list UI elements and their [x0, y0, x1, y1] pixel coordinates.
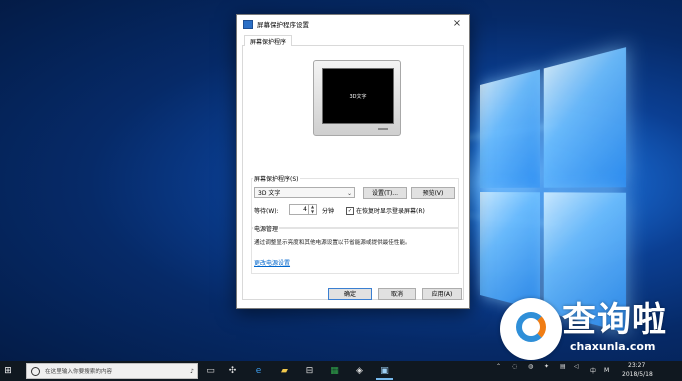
watermark-logo — [500, 298, 562, 360]
power-management-group — [251, 228, 459, 274]
resume-login-checkbox[interactable]: ✓ 在恢复时显示登录屏幕(R) — [346, 206, 425, 215]
task-view-icon[interactable]: ▭ — [204, 364, 217, 377]
store-icon[interactable]: ⊟ — [303, 364, 316, 377]
power-description: 通过调整显示亮度和其他电源设置以节省能源或提供最佳性能。 — [254, 240, 411, 246]
q-logo-icon — [516, 312, 546, 342]
volume-icon[interactable]: ◁ — [574, 363, 579, 370]
mic-icon[interactable]: ♪ — [187, 368, 197, 375]
taskbar-date[interactable]: 2018/5/18 — [622, 371, 653, 378]
screensaver-select-value: 3D 文字 — [258, 190, 281, 197]
taskbar-time[interactable]: 23:27 — [628, 362, 645, 369]
chaxunla-watermark: 查询啦 chaxunla.com — [500, 292, 682, 360]
wait-unit-label: 分钟 — [322, 208, 335, 215]
wait-minutes-value: 4 — [303, 206, 307, 213]
fan-icon[interactable]: ✣ — [226, 364, 239, 377]
watermark-brand: 查询啦 — [562, 300, 667, 340]
preview-button[interactable]: 预览(V) — [411, 187, 455, 199]
cancel-button[interactable]: 取消 — [378, 288, 416, 300]
checkbox-checked-icon[interactable]: ✓ — [346, 206, 354, 215]
screensaver-group — [251, 178, 459, 228]
wait-label: 等待(W): — [254, 208, 279, 215]
settings-button[interactable]: 设置(T)... — [363, 187, 407, 199]
preview-monitor: 3D文字 — [313, 60, 401, 136]
screensaver-select[interactable]: 3D 文字 ⌄ — [254, 187, 355, 198]
start-icon[interactable]: ⊞ — [0, 361, 16, 381]
dialog-title: 屏幕保护程序设置 — [257, 21, 309, 29]
monitor-icon — [243, 19, 253, 29]
stepper-arrows-icon[interactable]: ▲ ▼ — [308, 204, 316, 214]
dialog-titlebar[interactable]: 屏幕保护程序设置 × — [237, 15, 469, 33]
watermark-url: chaxunla.com — [570, 340, 656, 353]
ime-mode[interactable]: M — [604, 367, 609, 374]
search-placeholder: 在这里输入你要搜索的内容 — [45, 369, 113, 375]
tray-app-icon[interactable]: ✦ — [544, 363, 549, 370]
wait-minutes-stepper[interactable]: 4 ▲ ▼ — [289, 204, 317, 215]
ok-button[interactable]: 确定 — [328, 288, 372, 300]
windows-logo-wallpaper — [480, 47, 630, 333]
screensaver-settings-dialog: 屏幕保护程序设置 × 屏幕保护程序 3D文字 屏幕保护程序(S) 3D 文字 ⌄… — [236, 14, 470, 309]
tray-chevron-icon[interactable]: ⌃ — [496, 363, 501, 370]
tray-app-icon[interactable]: ◍ — [528, 363, 533, 370]
search-icon — [31, 366, 40, 376]
ime-language[interactable]: 中 — [590, 366, 596, 375]
power-group-label: 电源管理 — [253, 224, 280, 233]
tab-strip: 屏幕保护程序 — [242, 33, 464, 48]
monitor-led — [378, 128, 388, 130]
taskbar-search-box[interactable]: 在这里输入你要搜索的内容 ♪ — [26, 363, 198, 379]
active-app-indicator — [376, 378, 393, 380]
tab-panel: 3D文字 屏幕保护程序(S) 3D 文字 ⌄ 设置(T)... 预览(V) 等待… — [242, 46, 464, 300]
network-icon[interactable]: ▤ — [560, 363, 566, 370]
preview-screen: 3D文字 — [322, 68, 394, 124]
folder-icon[interactable]: ▰ — [278, 364, 291, 377]
screensaver-group-label: 屏幕保护程序(S) — [253, 174, 300, 183]
screensaver-app-icon[interactable]: ▣ — [378, 364, 391, 377]
edge-icon[interactable]: e — [252, 364, 265, 377]
chevron-down-icon: ⌄ — [346, 190, 352, 197]
resume-login-label: 在恢复时显示登录屏幕(R) — [356, 208, 425, 215]
close-icon[interactable]: × — [451, 19, 463, 29]
tray-app-icon[interactable]: ◌ — [512, 363, 517, 370]
media-icon[interactable]: ◈ — [353, 364, 366, 377]
change-power-settings-link[interactable]: 更改电源设置 — [254, 258, 290, 267]
apply-button[interactable]: 应用(A) — [422, 288, 462, 300]
excel-icon[interactable]: ▦ — [328, 364, 341, 377]
